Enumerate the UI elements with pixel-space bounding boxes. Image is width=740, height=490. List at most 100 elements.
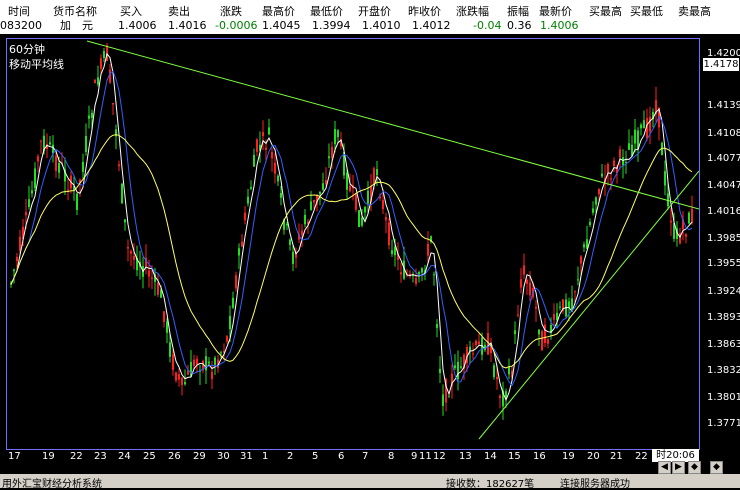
candle-body (253, 155, 255, 167)
candle-body (415, 278, 417, 284)
candle-body (523, 265, 525, 275)
candle-body (622, 157, 624, 166)
price-tick: 1.4077 (707, 153, 740, 164)
candle-body (520, 279, 522, 288)
date-tick: 16 (533, 451, 546, 462)
resistance-trendline (86, 40, 699, 210)
col-high: 最高价 (262, 5, 295, 18)
candle-body (619, 149, 621, 158)
support-trendline (478, 170, 699, 440)
candle-body (49, 142, 51, 145)
candle-body (331, 146, 333, 158)
candle-body (214, 357, 216, 366)
chart-period: 60分钟 (9, 43, 45, 56)
candle-body (547, 339, 549, 344)
candle-body (289, 239, 291, 245)
val-change-pct: -0.04 (473, 19, 502, 32)
candle-body (271, 152, 273, 159)
candle-body (580, 256, 582, 264)
price-tick: 1.4016 (707, 206, 740, 217)
candle-body (349, 185, 351, 192)
candle-body (685, 234, 687, 237)
zoom-out-icon[interactable]: ◀ (658, 461, 671, 474)
chart-panel[interactable]: 60分钟 移动平均线 (6, 38, 700, 450)
candlestick-chart[interactable] (7, 39, 699, 449)
candle-body (412, 275, 414, 277)
candle-body (478, 341, 480, 345)
col-prev-close: 昨收价 (408, 5, 441, 18)
candle-body (94, 79, 96, 84)
candle-body (460, 366, 462, 368)
candle-body (649, 116, 651, 132)
candle-body (121, 183, 123, 204)
col-change: 涨跌 (220, 5, 242, 18)
val-amplitude: 0.36 (507, 19, 532, 32)
price-tick: 1.3955 (707, 258, 740, 269)
candle-body (211, 371, 213, 380)
date-tick: 22 (635, 451, 648, 462)
candle-body (169, 342, 171, 357)
date-tick: 17 (8, 451, 21, 462)
candle-body (280, 192, 282, 198)
col-last: 最新价 (539, 5, 572, 18)
candle-body (607, 163, 609, 173)
ma-mid-line (10, 70, 693, 387)
candle-body (31, 190, 33, 194)
candle-body (313, 199, 315, 203)
candle-body (538, 329, 540, 335)
status-bar: 用外汇宝财经分析系统 接收数：182627笔 连接服务器成功 (0, 474, 740, 490)
candle-body (247, 196, 249, 204)
candle-body (358, 210, 360, 227)
candle-body (568, 301, 570, 308)
scroll-left-icon[interactable]: ◆ (688, 461, 701, 474)
candle-body (163, 311, 165, 323)
candle-body (376, 169, 378, 176)
candle-body (91, 112, 93, 118)
date-tick: 13 (459, 451, 472, 462)
date-tick: 7 (362, 451, 369, 462)
candle-body (643, 120, 645, 129)
candle-body (304, 214, 306, 225)
candle-body (208, 361, 210, 364)
price-tick: 1.3832 (707, 365, 740, 376)
candle-body (301, 230, 303, 236)
col-currency: 货币名称 (53, 5, 97, 18)
col-amplitude: 振幅 (507, 5, 529, 18)
candle-body (178, 374, 180, 380)
candle-body (577, 279, 579, 281)
col-open: 开盘价 (358, 5, 391, 18)
val-low: 1.3994 (312, 19, 351, 32)
candle-body (193, 359, 195, 366)
col-low: 最低价 (310, 5, 343, 18)
candle-body (241, 241, 243, 247)
candle-body (127, 247, 129, 249)
candle-body (505, 391, 507, 398)
date-tick: 24 (118, 451, 131, 462)
scroll-right-icon[interactable]: ◆ (710, 461, 723, 474)
price-tick: 1.3985 (707, 233, 740, 244)
candle-body (319, 191, 321, 195)
price-tick: 1.3771 (707, 418, 740, 429)
val-time: 083200 (0, 19, 42, 32)
candle-body (508, 366, 510, 375)
candle-body (88, 115, 90, 119)
date-tick: 1 (262, 451, 269, 462)
candle-body (427, 243, 429, 256)
candle-body (388, 222, 390, 246)
candle-body (196, 358, 198, 365)
candle-body (589, 222, 591, 226)
chart-indicator: 移动平均线 (9, 58, 64, 71)
candle-body (172, 354, 174, 370)
candle-body (346, 172, 348, 190)
candle-body (454, 365, 456, 369)
candle-body (559, 306, 561, 308)
candle-body (100, 58, 102, 69)
candle-body (436, 324, 438, 328)
candle-body (691, 208, 693, 223)
candle-body (526, 279, 528, 284)
candle-body (181, 377, 183, 385)
candle-body (238, 248, 240, 256)
candle-body (124, 219, 126, 223)
candle-body (235, 275, 237, 289)
zoom-in-icon[interactable]: ▶ (672, 461, 685, 474)
